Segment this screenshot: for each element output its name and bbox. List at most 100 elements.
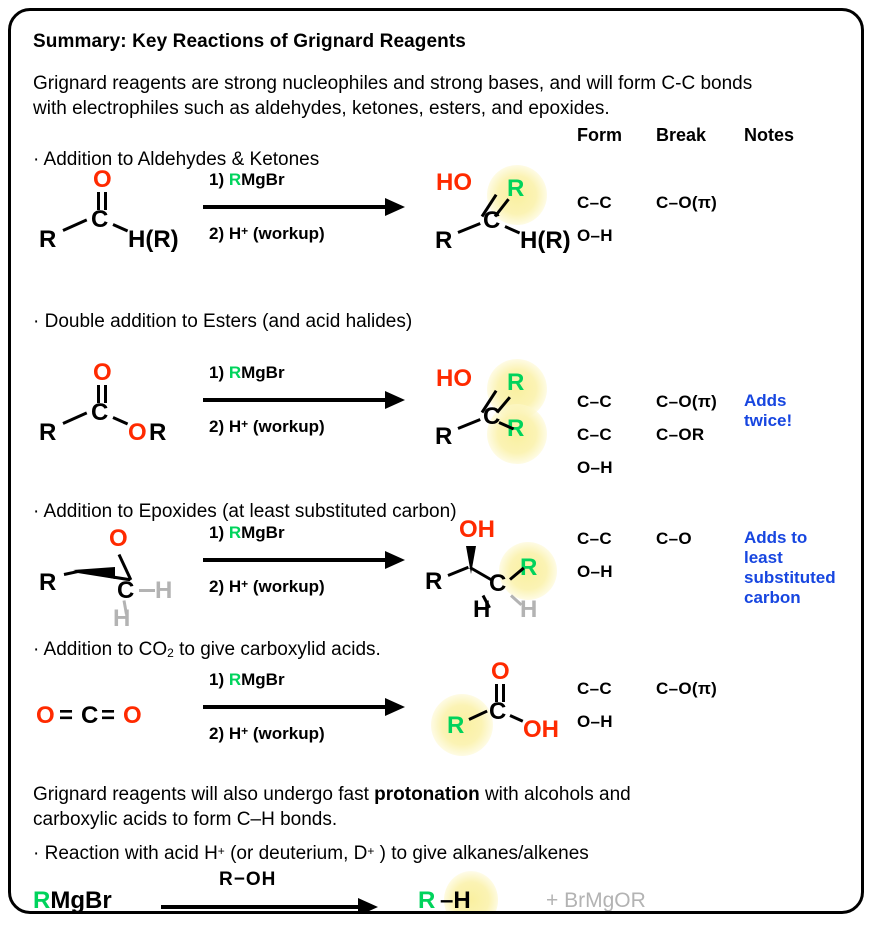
reaction-1-form-1: O–H [577,226,613,245]
bond-r-c [62,411,88,425]
atom-oxygen-left: O [36,702,55,729]
bond-c-h-right [139,589,155,592]
reaction-3-form-1: O–H [577,562,613,581]
step-1-mgbr: MgBr [241,523,285,542]
step-2-superscript: + [241,224,249,238]
atom-r-left: R [425,568,443,595]
reaction-4-break-0: C–O(π) [656,679,718,698]
bond-c-h [112,223,129,233]
step-2-workup: (workup) [252,724,325,743]
atom-oxygen: O [109,525,128,552]
atom-r-left: R [435,227,453,254]
step-1-prefix: 1) [209,523,225,542]
step-2-prefix: 2) H [209,224,242,243]
atom-carbon: C [489,570,507,597]
reaction-arrow-shaft [161,905,361,909]
step-1-r-group: R [228,170,242,189]
reaction-arrow-head [385,698,405,716]
reaction-3-note-2: substituted [744,568,836,587]
intro-line-2: with electrophiles such as aldehydes, ke… [33,98,610,119]
reaction-arrow-head [385,391,405,409]
summary-card: Summary: Key Reactions of Grignard Reage… [8,8,864,914]
reaction-4-heading: · Addition to CO2 to give carboxylid aci… [33,639,381,661]
atom-r-left: R [39,419,57,446]
atom-hydroxyl: OH [459,516,495,543]
atom-hydroxyl: HO [436,169,472,196]
reaction-4-form-0: C–C [577,679,612,698]
atom-hydroxyl: HO [436,365,472,392]
double-bond-left: = [59,702,74,729]
step-1-r-group: R [228,670,242,689]
reaction-2-break-1: C–OR [656,425,705,444]
reaction-3-arrow-group: 1) RMgBr 2) H+ (workup) [203,519,413,611]
footer-product: R –H [416,871,556,911]
atom-oxygen: O [93,166,112,193]
reaction-1-break-0: C–O(π) [656,193,718,212]
step-1-mgbr: MgBr [241,170,285,189]
footer-text-b: with alcohols and [479,784,631,805]
reaction-arrow-head [385,551,405,569]
reaction-arrow-shaft [203,558,388,562]
reaction-1-product: HO R C R H(R) [435,163,595,258]
reagent-step-2: 2) H+ (workup) [209,224,325,244]
reaction-2-form-0: C–C [577,392,612,411]
reaction-2-form-1: C–C [577,425,612,444]
bond-r-c [62,218,88,232]
bond-r-c [457,418,481,430]
reaction-4-heading-pre: · Addition to CO [33,639,168,660]
reaction-1-form-0: C–C [577,193,612,212]
step-1-prefix: 1) [209,170,225,189]
atom-h-right: H [155,577,173,604]
atom-h-r-right: H(R) [520,227,571,254]
step-2-superscript: + [241,577,249,591]
footer-text-a: Grignard reagents will also undergo fast [33,784,375,805]
atom-carbon: C [91,399,109,426]
atom-r-green: R [33,887,51,914]
step-2-prefix: 2) H [209,417,242,436]
atom-r-green-top: R [507,369,525,396]
reagent-step-1: 1) RMgBr [209,363,285,383]
footer-bullet-sup-1: + [217,844,225,858]
reagent-step-1: 1) RMgBr [209,523,285,543]
column-header-break: Break [656,125,707,145]
atom-carbon: C [483,403,501,430]
reagent-step-1: 1) RMgBr [209,670,285,690]
step-2-workup: (workup) [252,417,325,436]
step-2-prefix: 2) H [209,577,242,596]
column-header-notes: Notes [744,125,795,145]
footer-byproduct: + BrMgOR [546,889,646,912]
bond-c-oh [509,714,524,723]
atom-r-left: R [39,226,57,253]
step-1-mgbr: MgBr [241,670,285,689]
reaction-3-note-0: Adds to [744,528,808,547]
reaction-arrow-shaft [203,705,388,709]
atom-r-ester: R [149,419,167,446]
step-1-r-group: R [228,523,242,542]
intro-line-1: Grignard reagents are strong nucleophile… [33,73,753,94]
footer-reactant: RMgBr [33,887,112,914]
footer-bullet-pre: · Reaction with acid H [33,843,218,864]
step-2-prefix: 2) H [209,724,242,743]
step-1-mgbr: MgBr [241,363,285,382]
atom-carbon: C [483,207,501,234]
reaction-2-form-2: O–H [577,458,613,477]
reaction-2-note-1: twice! [744,411,793,430]
atom-carbon: C [489,698,507,725]
bond-c-o [112,416,129,426]
reaction-4-form-1: O–H [577,712,613,731]
atom-oxygen: O [491,658,510,685]
footer-arrow-label: R−OH [219,869,277,890]
reaction-3-product: OH R C R H H [425,516,595,622]
bond-r-c [457,222,481,234]
step-2-workup: (workup) [252,224,325,243]
atom-hydroxyl: OH [523,716,559,743]
reaction-2-break-0: C–O(π) [656,392,718,411]
column-header-form: Form [577,125,622,145]
atom-r-green: R [447,712,465,739]
reaction-2-arrow-group: 1) RMgBr 2) H+ (workup) [203,359,413,451]
reagent-step-1: 1) RMgBr [209,170,285,190]
footer-bullet: · Reaction with acid H+ (or deuterium, D… [33,843,589,865]
atom-carbon: C [117,577,135,604]
double-bond-right: = [101,702,116,729]
page-title: Summary: Key Reactions of Grignard Reage… [33,31,466,52]
